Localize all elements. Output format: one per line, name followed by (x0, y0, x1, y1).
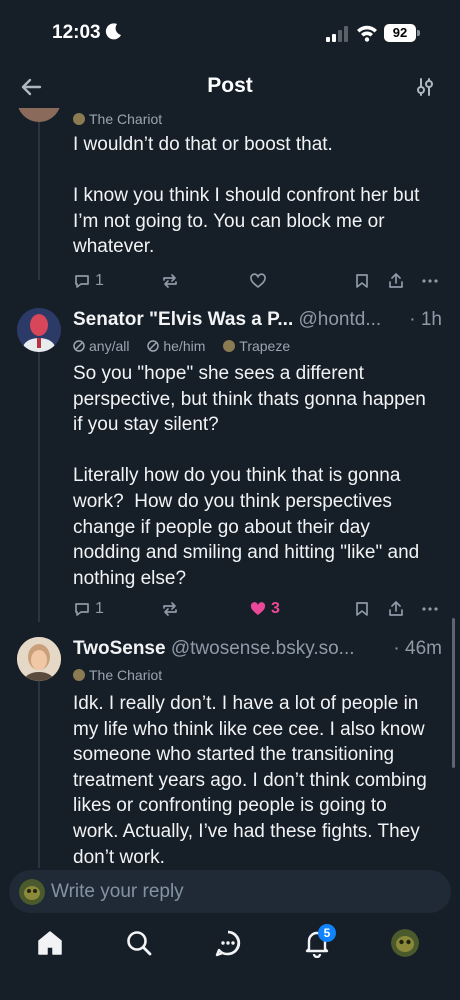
post-header: Post (0, 62, 460, 112)
repost-icon (163, 274, 177, 288)
bookmark-button[interactable] (353, 269, 371, 293)
post-age: · 1h (405, 309, 442, 331)
heart-icon (250, 602, 266, 615)
more-icon (422, 607, 438, 611)
home-icon[interactable] (35, 928, 65, 958)
thread-line (38, 108, 40, 280)
bottom-nav (0, 916, 460, 1000)
post-text: I wouldn’t do that or boost that. I know… (73, 134, 420, 258)
share-button[interactable] (387, 597, 405, 621)
profile-avatar-icon[interactable] (391, 929, 419, 957)
reply-button[interactable]: 1 (73, 597, 104, 621)
battery-icon: 92 (384, 24, 420, 42)
like-count: 3 (271, 600, 280, 617)
user-avatar-icon (19, 879, 45, 905)
scrollbar[interactable] (452, 618, 455, 768)
reply-count: 1 (95, 600, 104, 617)
avatar[interactable] (17, 308, 61, 352)
post-actions: 1 (73, 269, 445, 295)
label-chip[interactable]: any/all (73, 338, 129, 354)
repost-icon (163, 602, 177, 616)
thread-line (38, 352, 40, 622)
reply-placeholder: Write your reply (51, 881, 184, 902)
moon-icon (105, 23, 121, 40)
more-button[interactable] (421, 269, 439, 293)
bookmark-button[interactable] (353, 597, 371, 621)
label-avatar-icon (223, 340, 236, 352)
display-name: TwoSense (73, 638, 166, 659)
reply-button[interactable]: 1 (73, 269, 104, 293)
notification-badge: 5 (318, 924, 336, 942)
share-icon (389, 601, 403, 616)
repost-button[interactable] (161, 269, 179, 293)
post-actions: 1 3 (73, 597, 445, 623)
post-text: So you "hope" she sees a different persp… (73, 363, 426, 589)
like-button[interactable] (249, 269, 267, 293)
post-labels: The Chariot (73, 667, 176, 684)
status-time: 12:03 (52, 22, 101, 43)
wifi-icon (357, 25, 377, 42)
label-avatar-icon (73, 669, 85, 681)
battery-level: 92 (384, 24, 416, 42)
repost-button[interactable] (161, 597, 179, 621)
label-chip[interactable]: he/him (147, 338, 205, 354)
label-avatar-icon (73, 113, 85, 125)
post-author[interactable]: Senator "Elvis Was a P... @hontd... (73, 309, 445, 331)
search-icon[interactable] (124, 928, 154, 958)
avatar-figure-icon (17, 308, 61, 352)
back-arrow-icon[interactable] (18, 74, 44, 100)
post-text: Idk. I really don’t. I have a lot of peo… (73, 693, 433, 868)
more-icon (422, 279, 438, 283)
chat-icon[interactable] (213, 928, 243, 958)
label-chip[interactable]: The Chariot (73, 667, 162, 683)
more-button[interactable] (421, 597, 439, 621)
post-labels: any/all he/him Trapeze (73, 338, 304, 355)
post-age: · 46m (389, 638, 442, 660)
handle: @twosense.bsky.so... (170, 638, 355, 659)
heart-icon (250, 273, 266, 288)
avatar-face-icon (17, 637, 61, 681)
bookmark-icon (356, 602, 368, 616)
reply-count: 1 (95, 272, 104, 289)
share-icon (389, 273, 403, 288)
like-button[interactable]: 3 (249, 597, 280, 621)
share-button[interactable] (387, 269, 405, 293)
avatar[interactable] (17, 637, 61, 681)
label-chip[interactable]: Trapeze (223, 338, 290, 354)
status-bar: 12:03 92 (0, 0, 460, 62)
handle: @hontd... (298, 309, 382, 330)
post-labels: The Chariot (73, 111, 176, 128)
label-avatar-icon (73, 340, 85, 352)
label-chip[interactable]: The Chariot (73, 111, 162, 127)
bookmark-icon (356, 274, 368, 288)
page-title: Post (207, 74, 253, 97)
label-avatar-icon (147, 340, 160, 352)
display-name: Senator "Elvis Was a P... (73, 309, 294, 330)
signal-icon (326, 26, 348, 42)
avatar[interactable] (17, 108, 61, 122)
thread: The Chariot I wouldn’t do that or boost … (0, 108, 460, 868)
reply-icon (75, 275, 89, 288)
reply-input[interactable]: Write your reply (9, 870, 451, 913)
sliders-icon[interactable] (414, 76, 436, 98)
thread-line (38, 680, 40, 868)
reply-icon (75, 603, 89, 616)
